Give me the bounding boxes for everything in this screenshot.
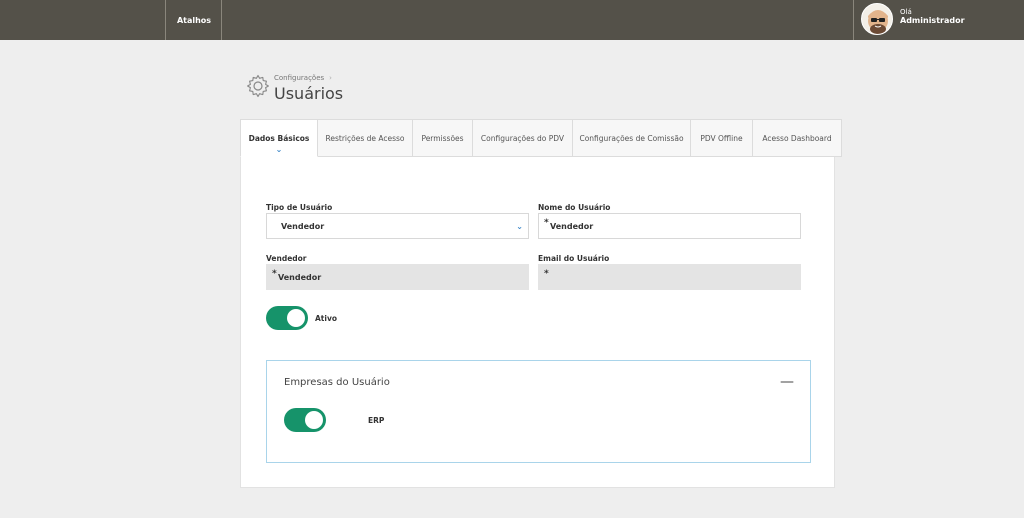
toggle-knob [305,411,323,429]
tab-label: PDV Offline [700,133,743,143]
shortcuts-button[interactable]: Atalhos [166,0,222,40]
seller-field: * Vendedor [266,264,529,290]
tab-label: Configurações de Comissão [579,133,684,143]
page-title: Usuários [274,84,344,103]
tab-restricoes-acesso[interactable]: Restrições de Acesso [318,119,413,157]
user-name: Administrador [900,16,965,25]
breadcrumb-link[interactable]: Configurações [274,74,324,82]
user-name-value: Vendedor [550,221,594,231]
tab-label: Acesso Dashboard [762,133,832,143]
required-mark: * [544,269,549,279]
user-name-label: Nome do Usuário [538,203,611,212]
tab-dados-basicos[interactable]: Dados Básicos ⌄ [240,119,318,157]
tab-label: Permissões [421,133,464,143]
chevron-down-icon: ⌄ [275,145,283,154]
required-mark: * [544,218,549,228]
email-field: * [538,264,801,290]
gear-icon [247,74,269,98]
chevron-down-icon: ⌄ [516,222,523,231]
user-menu[interactable]: Olá Administrador [854,0,1024,40]
user-form-card: Dados Básicos ⌄ Restrições de Acesso Per… [240,119,842,488]
tab-configuracoes-pdv[interactable]: Configurações do PDV [473,119,573,157]
tab-label: Configurações do PDV [480,133,565,143]
seller-label: Vendedor [266,254,307,263]
companies-panel-title: Empresas do Usuário [284,377,390,388]
tab-bar: Dados Básicos ⌄ Restrições de Acesso Per… [240,119,842,157]
tab-label: Restrições de Acesso [325,133,405,143]
erp-toggle[interactable] [284,408,326,432]
tab-permissoes[interactable]: Permissões [413,119,473,157]
tab-pdv-offline[interactable]: PDV Offline [691,119,753,157]
toggle-knob [287,309,305,327]
active-label: Ativo [315,314,338,323]
collapse-icon[interactable]: — [780,374,794,390]
user-type-value: Vendedor [281,221,325,231]
tab-configuracoes-comissao[interactable]: Configurações de Comissão [573,119,691,157]
user-type-label: Tipo de Usuário [266,203,333,212]
user-name-input[interactable]: * Vendedor [538,213,801,239]
tab-acesso-dashboard[interactable]: Acesso Dashboard [753,119,842,157]
breadcrumb: Configurações › [274,74,332,82]
tab-label: Dados Básicos [248,133,310,143]
companies-panel: Empresas do Usuário — ERP [266,360,811,463]
user-type-select[interactable]: Vendedor ⌄ [266,213,529,239]
erp-label: ERP [368,416,385,425]
topbar-divider [221,0,222,40]
email-label: Email do Usuário [538,254,610,263]
breadcrumb-separator: › [329,74,332,82]
seller-value: Vendedor [278,272,322,282]
active-toggle[interactable] [266,306,308,330]
top-bar: Atalhos Olá Administrador [0,0,1024,40]
avatar [861,3,893,35]
required-mark: * [272,269,277,279]
